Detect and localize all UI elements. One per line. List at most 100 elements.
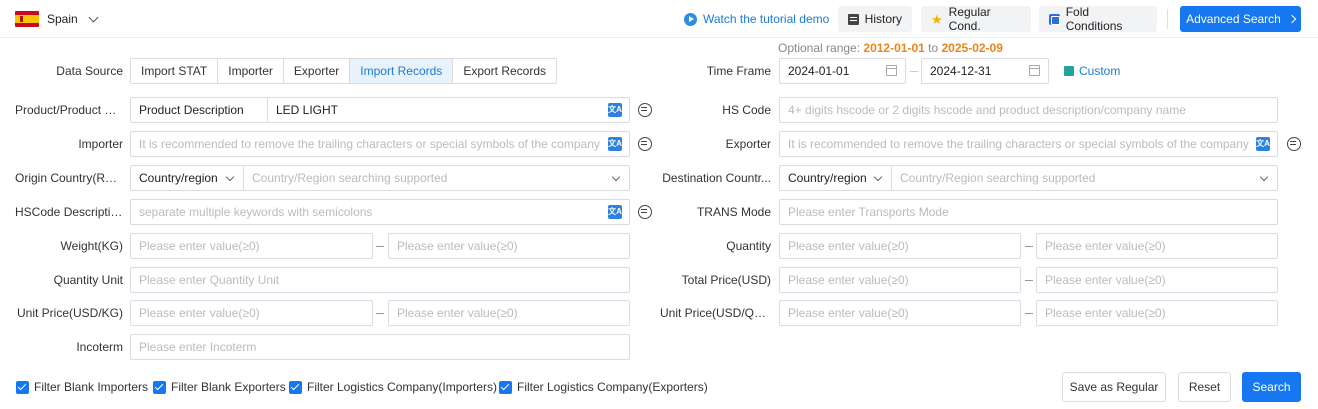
tab-import-stat[interactable]: Import STAT (131, 59, 219, 83)
regular-cond-button[interactable]: ★ Regular Cond. (921, 5, 1031, 33)
incoterm-input[interactable]: Please enter Incoterm (130, 334, 630, 360)
fold-icon (1049, 13, 1060, 25)
unit-price-kg-min-input[interactable]: Please enter value(≥0) (130, 300, 373, 326)
importer-input[interactable]: It is recommended to remove the trailing… (130, 131, 630, 157)
reset-button[interactable]: Reset (1178, 372, 1231, 402)
tab-import-records[interactable]: Import Records (350, 59, 454, 83)
total-price-max-input[interactable]: Please enter value(≥0) (1036, 267, 1278, 293)
chevron-down-icon (611, 172, 621, 182)
unit-price-kg-max-input[interactable]: Please enter value(≥0) (388, 300, 630, 326)
time-frame-label: Time Frame (706, 64, 771, 78)
options-icon[interactable] (638, 205, 652, 219)
product-input[interactable]: LED LIGHT (267, 97, 630, 123)
history-icon (848, 13, 859, 25)
advanced-search-label: Advanced Search (1186, 12, 1281, 26)
checkbox-checked-icon (499, 380, 512, 394)
top-bar: Spain Watch the tutorial demo History ★ … (0, 0, 1318, 38)
destination-country-select[interactable]: Country/Region searching supported (891, 165, 1278, 191)
hscode-description-input[interactable]: separate multiple keywords with semicolo… (130, 199, 630, 225)
chevron-down-icon (1259, 172, 1269, 182)
importer-label: Importer (78, 137, 123, 151)
filter-logistics-importers-checkbox[interactable]: Filter Logistics Company(Importers) (289, 380, 497, 394)
calendar-icon[interactable] (1029, 65, 1040, 76)
hscode-description-placeholder: separate multiple keywords with semicolo… (139, 205, 373, 219)
origin-type-select[interactable]: Country/region (130, 165, 244, 191)
optional-range: Optional range: 2012-01-01 to 2025-02-09 (778, 41, 1003, 55)
translate-icon[interactable]: 文A (608, 205, 622, 219)
quantity-min-input[interactable]: Please enter value(≥0) (779, 233, 1021, 259)
history-button[interactable]: History (838, 6, 912, 32)
quantity-max-placeholder: Please enter value(≥0) (1045, 239, 1166, 253)
options-icon[interactable] (638, 137, 652, 151)
save-as-regular-button[interactable]: Save as Regular (1062, 372, 1166, 402)
unit-price-kg-label: Unit Price(USD/KG) (16, 306, 123, 320)
origin-country-placeholder: Country/Region searching supported (252, 171, 448, 185)
unit-price-qty-min-input[interactable]: Please enter value(≥0) (779, 300, 1021, 326)
hs-code-input[interactable]: 4+ digits hscode or 2 digits hscode and … (779, 97, 1278, 123)
quantity-min-placeholder: Please enter value(≥0) (788, 239, 909, 253)
product-type-value: Product Description (139, 103, 244, 117)
weight-max-input[interactable]: Please enter value(≥0) (388, 233, 630, 259)
tab-export-records[interactable]: Export Records (453, 59, 557, 83)
importer-placeholder: It is recommended to remove the trailing… (139, 137, 600, 151)
search-button[interactable]: Search (1242, 372, 1301, 402)
filter-blank-exporters-checkbox[interactable]: Filter Blank Exporters (153, 380, 286, 394)
tab-exporter[interactable]: Exporter (283, 59, 351, 83)
range-dash (1025, 313, 1033, 314)
weight-max-placeholder: Please enter value(≥0) (397, 239, 518, 253)
custom-icon (1064, 66, 1074, 76)
calendar-icon[interactable] (886, 65, 897, 76)
destination-country-label: Destination Countr... (662, 171, 771, 185)
fold-conditions-button[interactable]: Fold Conditions (1039, 5, 1157, 33)
optional-range-end: 2025-02-09 (941, 41, 1003, 55)
filter-label: Filter Blank Exporters (171, 380, 286, 394)
advanced-search-button[interactable]: Advanced Search (1180, 6, 1301, 32)
chevron-down-icon (873, 172, 883, 182)
destination-type-select[interactable]: Country/region (779, 165, 892, 191)
options-icon[interactable] (1287, 137, 1301, 151)
translate-icon[interactable]: 文A (608, 137, 622, 151)
hscode-description-label: HSCode Descriptio... (15, 205, 123, 219)
custom-label: Custom (1079, 64, 1121, 78)
quantity-unit-input[interactable]: Please enter Quantity Unit (130, 267, 630, 293)
product-label: Product/Product D... (15, 103, 123, 117)
star-icon: ★ (931, 11, 943, 27)
quantity-max-input[interactable]: Please enter value(≥0) (1036, 233, 1278, 259)
unit-price-kg-min-placeholder: Please enter value(≥0) (139, 306, 260, 320)
country-name: Spain (47, 12, 78, 26)
translate-icon[interactable]: 文A (608, 103, 622, 117)
exporter-input[interactable]: It is recommended to remove the trailing… (779, 131, 1278, 157)
tab-importer[interactable]: Importer (218, 59, 284, 83)
options-icon[interactable] (638, 103, 652, 117)
total-price-min-input[interactable]: Please enter value(≥0) (779, 267, 1021, 293)
checkbox-checked-icon (16, 380, 29, 394)
country-selector[interactable]: Spain (15, 11, 99, 27)
origin-type-value: Country/region (139, 171, 218, 185)
weight-min-placeholder: Please enter value(≥0) (139, 239, 260, 253)
total-price-min-placeholder: Please enter value(≥0) (788, 273, 909, 287)
total-price-max-placeholder: Please enter value(≥0) (1045, 273, 1166, 287)
product-type-select[interactable]: Product Description (130, 97, 268, 123)
tutorial-link[interactable]: Watch the tutorial demo (684, 12, 829, 26)
checkbox-checked-icon (153, 380, 166, 394)
trans-mode-input[interactable]: Please enter Transports Mode (779, 199, 1278, 225)
unit-price-qty-label: Unit Price(USD/QTY) (660, 306, 771, 320)
incoterm-placeholder: Please enter Incoterm (139, 340, 257, 354)
play-icon (684, 12, 697, 26)
filter-logistics-exporters-checkbox[interactable]: Filter Logistics Company(Exporters) (499, 380, 708, 394)
unit-price-qty-max-input[interactable]: Please enter value(≥0) (1036, 300, 1278, 326)
weight-min-input[interactable]: Please enter value(≥0) (130, 233, 373, 259)
unit-price-qty-min-placeholder: Please enter value(≥0) (788, 306, 909, 320)
data-source-tabs: Import STAT Importer Exporter Import Rec… (130, 58, 558, 84)
incoterm-label: Incoterm (76, 340, 123, 354)
filter-blank-importers-checkbox[interactable]: Filter Blank Importers (16, 380, 148, 394)
translate-icon[interactable]: 文A (1256, 137, 1270, 151)
unit-price-qty-max-placeholder: Please enter value(≥0) (1045, 306, 1166, 320)
checkbox-checked-icon (289, 380, 302, 394)
product-value: LED LIGHT (276, 103, 339, 117)
custom-range-link[interactable]: Custom (1064, 64, 1120, 78)
tutorial-label: Watch the tutorial demo (703, 12, 830, 26)
total-price-label: Total Price(USD) (681, 273, 771, 287)
destination-type-value: Country/region (788, 171, 867, 185)
origin-country-select[interactable]: Country/Region searching supported (243, 165, 630, 191)
